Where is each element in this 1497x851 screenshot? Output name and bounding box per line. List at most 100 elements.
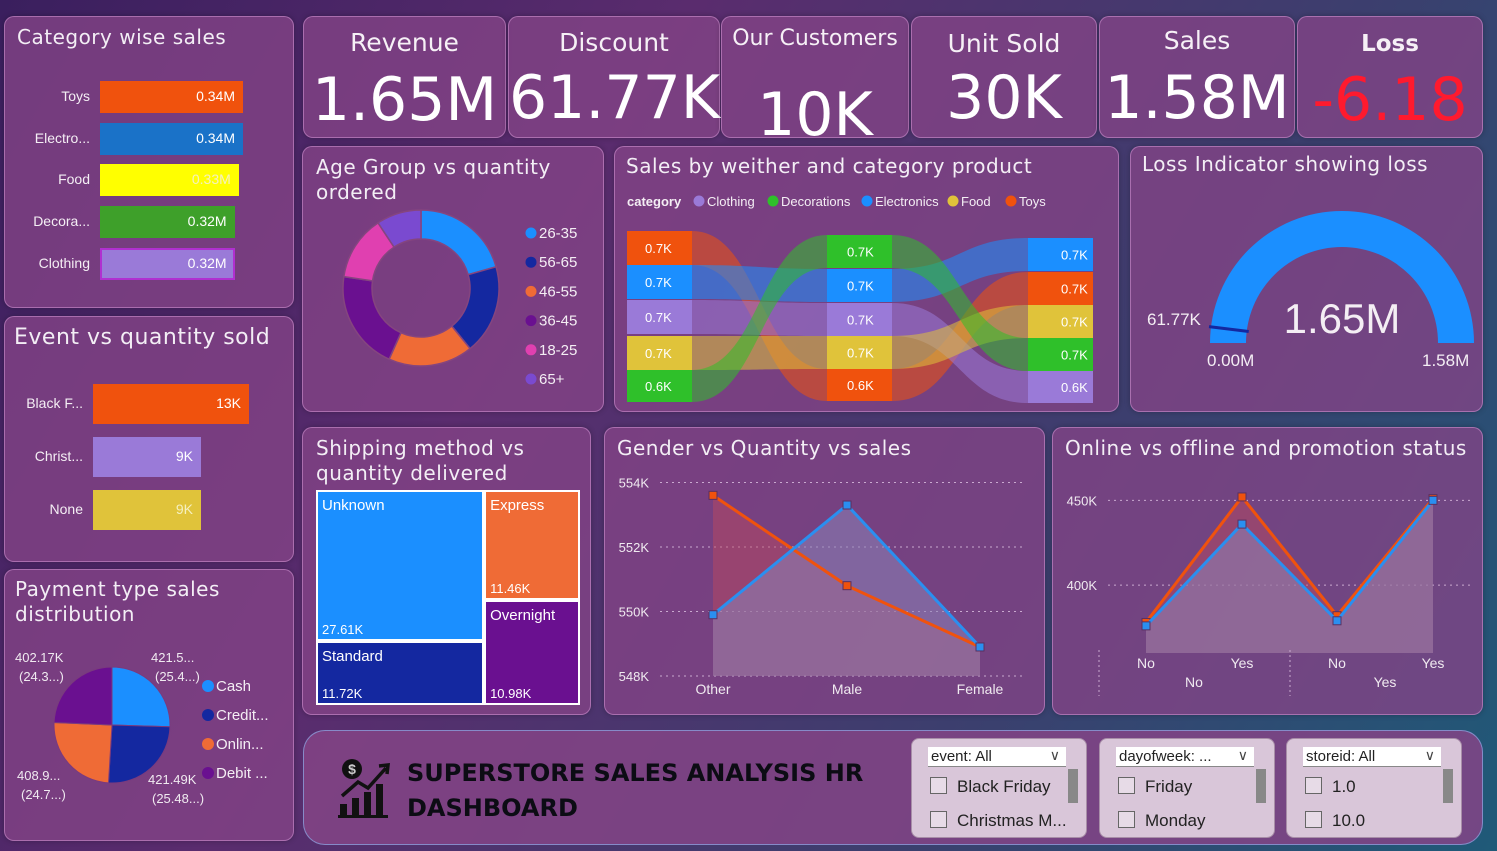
slicer-option[interactable]: Monday (1118, 811, 1205, 831)
kpi-label: Sales (1163, 26, 1231, 55)
series-marker (1141, 621, 1151, 631)
legend-dot (693, 195, 705, 207)
pie-percent-label: (25.48...) (152, 791, 204, 806)
legend-dot (202, 767, 214, 779)
slicer-dropdown[interactable]: storeid: All (1303, 747, 1441, 767)
legend-label: Food (961, 194, 991, 209)
checkbox[interactable] (1305, 811, 1322, 828)
x-tick-label: Yes (1231, 655, 1254, 671)
checkbox[interactable] (930, 777, 947, 794)
series-marker (842, 500, 852, 510)
checkbox[interactable] (1118, 777, 1135, 794)
kpi-label: Revenue (350, 28, 459, 57)
slicer-option[interactable]: 10.0 (1305, 811, 1365, 831)
y-tick-label: 400K (1067, 578, 1098, 593)
slicer[interactable]: dayofweek: ... ∨ Friday Monday (1099, 738, 1275, 838)
y-tick-label: 450K (1067, 493, 1098, 508)
chevron-down-icon[interactable]: ∨ (1238, 747, 1248, 764)
slicer-scrollbar[interactable] (1443, 769, 1453, 803)
slicer-scrollbar[interactable] (1068, 769, 1078, 803)
kpi-card-our-customers: Our Customers 10K (721, 16, 909, 145)
checkbox[interactable] (1118, 811, 1135, 828)
slicer[interactable]: event: All ∨ Black Friday Christmas M... (911, 738, 1087, 838)
pie-value-label: 421.49K (148, 772, 197, 787)
slicer-scrollbar[interactable] (1256, 769, 1266, 803)
slicer-option[interactable]: Friday (1118, 777, 1192, 797)
bar-label: Black F... (26, 395, 83, 411)
legend-title: category (627, 194, 682, 209)
slicer-option[interactable]: Black Friday (930, 777, 1051, 797)
kpi-value: 61.77K (509, 63, 721, 133)
slicer-option-label: 10.0 (1332, 811, 1366, 830)
legend-label: 46-55 (539, 283, 577, 300)
ribbon-value-label: 0.7K (645, 310, 672, 325)
gender-line-chart: 554K 552K 550K 548K Other Male Female (619, 475, 1025, 697)
slicer-dropdown[interactable]: dayofweek: ... (1116, 747, 1254, 767)
legend-label: 36-45 (539, 313, 577, 330)
slicer[interactable]: storeid: All ∨ 1.0 10.0 (1286, 738, 1462, 838)
treemap-value-label: 11.72K (322, 685, 363, 701)
kpi-value: -6.18 (1312, 65, 1468, 135)
bar-label: Christ... (34, 448, 83, 464)
treemap-value-label: 11.46K (490, 580, 531, 596)
donut-slice (342, 275, 402, 361)
gauge-target-label: 61.77K (1147, 310, 1202, 329)
pie-percent-label: (24.7...) (21, 787, 66, 802)
bar-label: Electro... (34, 129, 90, 146)
pie-value-label: 402.17K (15, 650, 64, 665)
gauge-min-label: 0.00M (1207, 351, 1254, 370)
legend-label: Debit ... (216, 765, 268, 782)
bar-label: Food (58, 171, 90, 188)
shipping-card: Shipping method vs quantity delivered Un… (302, 427, 591, 715)
ribbon-band (692, 336, 827, 370)
pie-value-label: 408.9... (17, 768, 60, 783)
category-sales-card: Category wise sales Toys 0.34M Electro... 0… (4, 16, 294, 308)
slicer-option[interactable]: Christmas M... (930, 811, 1067, 831)
shipping-treemap-chart: Unknown 27.61K Standard 11.72K Express 11.46K… (303, 428, 592, 716)
legend-label: 56-65 (539, 254, 577, 271)
ribbon-value-label: 0.7K (1061, 348, 1088, 363)
legend-label: Onlin... (216, 736, 264, 753)
ribbon-value-label: 0.6K (847, 378, 874, 393)
slicer-option-label: Christmas M... (957, 811, 1067, 830)
gauge-max-label: 1.58M (1422, 351, 1469, 370)
legend-dot (525, 373, 537, 385)
y-tick-label: 552K (619, 540, 650, 555)
ribbon-value-label: 0.7K (645, 275, 672, 290)
x-tick-label: Yes (1422, 655, 1445, 671)
slicer-option[interactable]: 1.0 (1305, 777, 1356, 797)
x-tick-label: No (1328, 655, 1346, 671)
gender-card: Gender vs Quantity vs sales 554K 552K 550K… (604, 427, 1045, 715)
bar-value-label: 0.32M (187, 254, 227, 271)
legend-label: Credit... (216, 707, 269, 724)
online-line-chart: 450K 400K No Yes No Yes No Yes (1067, 492, 1473, 696)
bar-value-label: 13K (216, 395, 241, 411)
kpi-label: Unit Sold (947, 29, 1061, 58)
ribbon-value-label: 0.7K (847, 245, 874, 260)
chevron-down-icon[interactable]: ∨ (1050, 747, 1060, 764)
checkbox[interactable] (930, 811, 947, 828)
legend-dot (525, 344, 537, 356)
checkbox[interactable] (1305, 777, 1322, 794)
legend-dot (525, 315, 537, 327)
legend-dot (202, 709, 214, 721)
bar-value-label: 9K (175, 448, 193, 464)
kpi-value: 10K (757, 80, 873, 150)
svg-text:$: $ (348, 761, 356, 777)
chart-growth-icon: $ (338, 759, 390, 818)
y-tick-label: 554K (619, 475, 650, 490)
banner: $ SUPERSTORE SALES ANALYSIS HR DASHBOARD… (303, 730, 1483, 845)
bar-value-label: 0.33M (191, 171, 231, 188)
y-tick-label: 548K (619, 669, 650, 684)
treemap-tile: Express 11.46K (484, 490, 580, 600)
ribbon-value-label: 0.7K (1061, 315, 1088, 330)
legend-dot (767, 195, 779, 207)
legend-dot (525, 227, 537, 239)
weather-ribbon-chart: category Clothing Decorations Electronics Fo… (627, 194, 1093, 403)
bar-label: None (49, 501, 83, 517)
treemap-tile: Standard 11.72K (316, 640, 485, 705)
slicer-dropdown[interactable]: event: All (928, 747, 1066, 767)
chevron-down-icon[interactable]: ∨ (1425, 747, 1435, 764)
ribbon-value-label: 0.6K (1061, 380, 1088, 395)
category-sales-chart: Toys 0.34M Electro... 0.34M Food 0.33M Decora.… (5, 17, 295, 309)
